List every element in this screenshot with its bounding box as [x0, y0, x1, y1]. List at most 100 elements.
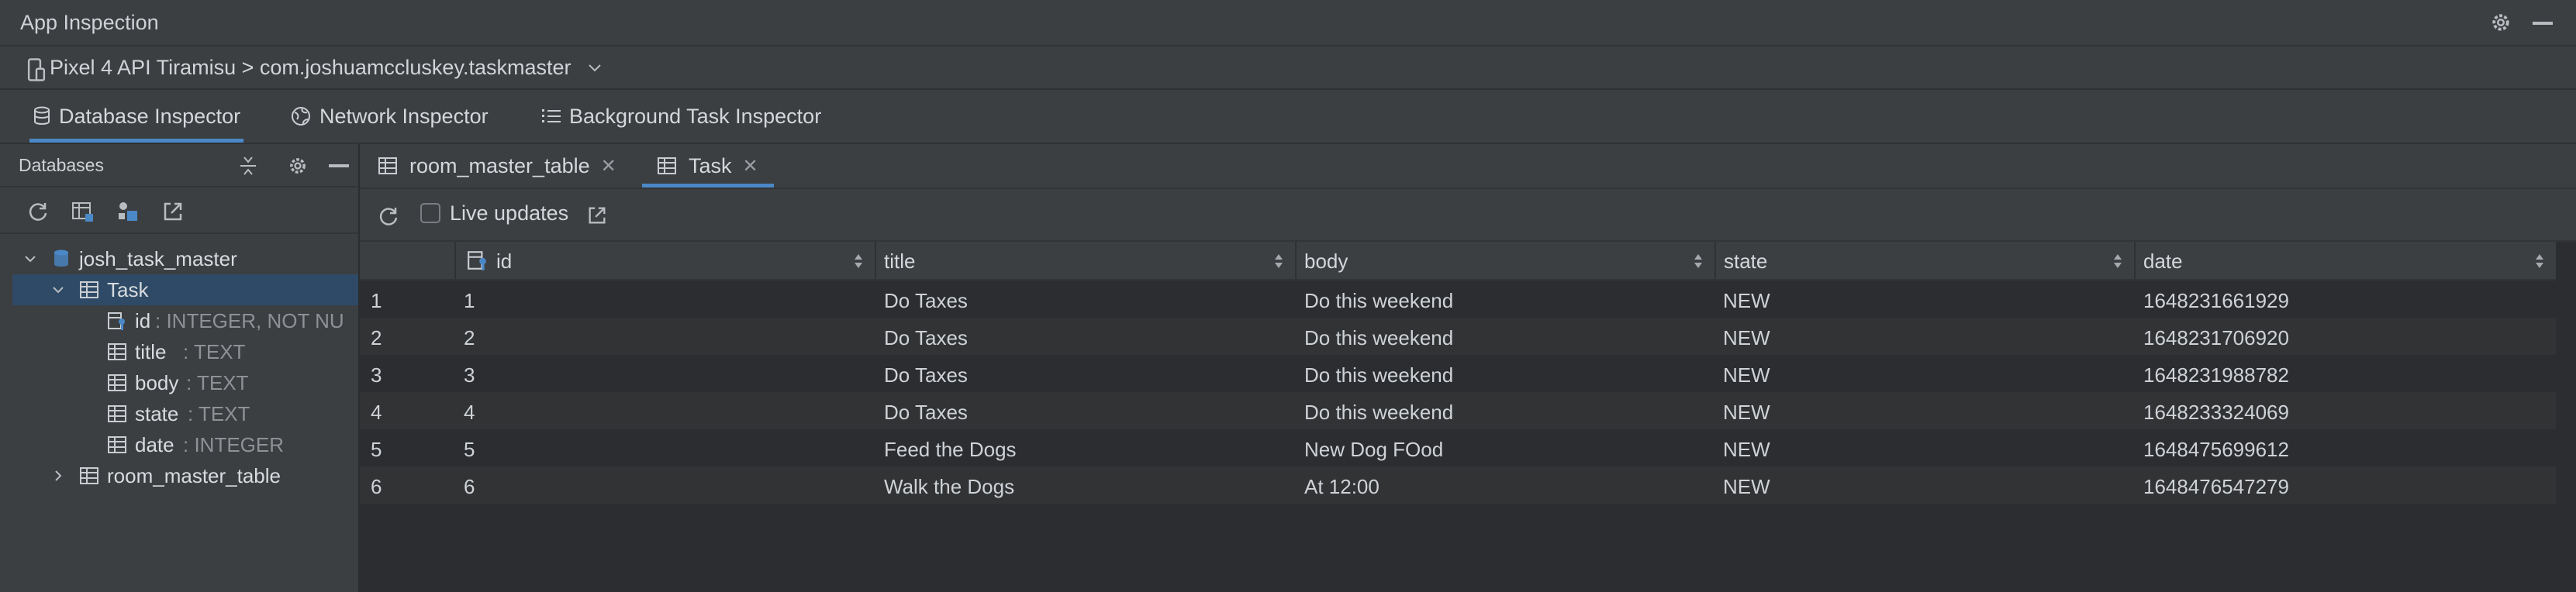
tree-item-column-state[interactable]: state : TEXT: [0, 398, 358, 429]
device-bar: Pixel 4 API Tiramisu > com.joshuamcclusk…: [0, 46, 2576, 90]
live-updates-label[interactable]: Live updates: [450, 201, 568, 225]
column-header-label: title: [884, 250, 916, 273]
table-row[interactable]: 1 1 Do Taxes Do this weekend NEW 1648231…: [360, 281, 2556, 318]
column-header-body[interactable]: body: [1295, 242, 1714, 279]
cell-body[interactable]: Do this weekend: [1304, 363, 1453, 387]
open-external-icon[interactable]: [586, 205, 608, 226]
cell-date[interactable]: 1648231706920: [2143, 326, 2289, 350]
column-icon: [108, 374, 126, 391]
gear-icon[interactable]: [2489, 11, 2512, 34]
cell-date[interactable]: 1648233324069: [2143, 401, 2289, 425]
cell-id[interactable]: 6: [464, 475, 475, 499]
close-icon[interactable]: ✕: [743, 155, 758, 177]
refresh-icon[interactable]: [26, 200, 50, 223]
tree-item-table-task[interactable]: Task: [12, 274, 358, 305]
cell-id[interactable]: 5: [464, 438, 475, 462]
column-type: : TEXT: [188, 401, 250, 425]
sort-icon[interactable]: [853, 253, 864, 270]
tree-item-label: id: [135, 308, 151, 332]
cell-state[interactable]: NEW: [1723, 475, 1770, 499]
chevron-down-icon[interactable]: [587, 62, 603, 74]
column-type: : TEXT: [183, 339, 246, 363]
table-row[interactable]: 5 5 Feed the Dogs New Dog FOod NEW 16484…: [360, 429, 2556, 466]
tab-background-task-inspector[interactable]: Background Task Inspector: [541, 90, 821, 143]
chevron-right-icon[interactable]: [51, 469, 65, 483]
cell-title[interactable]: Do Taxes: [884, 326, 968, 350]
tree-item-label: state: [135, 401, 179, 425]
minimize-icon[interactable]: [329, 164, 349, 167]
table-icon: [378, 157, 397, 174]
cell-body[interactable]: Do this weekend: [1304, 289, 1453, 313]
tree-item-database[interactable]: josh_task_master: [0, 243, 358, 274]
cell-date[interactable]: 1648476547279: [2143, 475, 2289, 499]
tree-item-table-room-master[interactable]: room_master_table: [0, 460, 358, 491]
row-number: 6: [371, 475, 382, 498]
tree-item-column-date[interactable]: date : INTEGER: [0, 429, 358, 460]
tab-room-master-table[interactable]: room_master_table ✕: [377, 144, 616, 188]
sort-icon[interactable]: [1273, 253, 1284, 270]
cell-state[interactable]: NEW: [1723, 401, 1770, 425]
table-row[interactable]: 2 2 Do Taxes Do this weekend NEW 1648231…: [360, 318, 2556, 355]
cell-title[interactable]: Do Taxes: [884, 401, 968, 425]
cell-state[interactable]: NEW: [1723, 326, 1770, 350]
cell-state[interactable]: NEW: [1723, 438, 1770, 462]
open-external-icon[interactable]: [161, 200, 185, 223]
table-row[interactable]: 4 4 Do Taxes Do this weekend NEW 1648233…: [360, 392, 2556, 429]
chevron-down-icon[interactable]: [23, 252, 37, 266]
table-row[interactable]: 6 6 Walk the Dogs At 12:00 NEW 164847654…: [360, 466, 2556, 504]
cell-body[interactable]: New Dog FOod: [1304, 438, 1443, 462]
tab-network-inspector[interactable]: Network Inspector: [290, 90, 489, 143]
tree-item-column-title[interactable]: title : TEXT: [0, 336, 358, 367]
sort-icon[interactable]: [1693, 253, 1704, 270]
table-icon: [658, 157, 676, 174]
cell-id[interactable]: 1: [464, 289, 475, 313]
minimize-icon[interactable]: [2533, 22, 2553, 25]
gear-icon[interactable]: [287, 155, 309, 177]
row-number: 4: [371, 401, 382, 424]
tree-item-label: title: [135, 339, 167, 363]
column-type: : INTEGER, NOT NU: [155, 308, 344, 332]
column-header-id[interactable]: id: [454, 242, 875, 279]
sort-icon[interactable]: [2534, 253, 2545, 270]
refresh-icon[interactable]: [377, 205, 400, 228]
tree-item-label: body: [135, 370, 179, 394]
column-header-title[interactable]: title: [875, 242, 1295, 279]
cell-date[interactable]: 1648475699612: [2143, 438, 2289, 462]
cell-state[interactable]: NEW: [1723, 363, 1770, 387]
cell-title[interactable]: Walk the Dogs: [884, 475, 1014, 499]
cell-id[interactable]: 3: [464, 363, 475, 387]
cell-id[interactable]: 4: [464, 401, 475, 425]
cell-date[interactable]: 1648231988782: [2143, 363, 2289, 387]
tab-task[interactable]: Task ✕: [642, 144, 774, 188]
sort-icon[interactable]: [2112, 253, 2123, 270]
row-number: 5: [371, 438, 382, 461]
live-updates-checkbox[interactable]: [420, 203, 440, 223]
tab-database-inspector[interactable]: Database Inspector: [29, 90, 244, 143]
column-header-state[interactable]: state: [1714, 242, 2134, 279]
close-icon[interactable]: ✕: [601, 155, 616, 177]
table-header: id title body state date: [360, 242, 2556, 281]
cell-body[interactable]: At 12:00: [1304, 475, 1380, 499]
cell-title[interactable]: Do Taxes: [884, 289, 968, 313]
export-database-icon[interactable]: [116, 200, 140, 223]
column-header-date[interactable]: date: [2134, 242, 2556, 279]
cell-title[interactable]: Feed the Dogs: [884, 438, 1017, 462]
cell-body[interactable]: Do this weekend: [1304, 326, 1453, 350]
table-toolbar: Live updates: [360, 189, 2576, 242]
cell-date[interactable]: 1648231661929: [2143, 289, 2289, 313]
device-icon: [27, 58, 46, 81]
tree-item-column-body[interactable]: body : TEXT: [0, 367, 358, 398]
chevron-down-icon[interactable]: [51, 283, 65, 297]
device-selector[interactable]: Pixel 4 API Tiramisu > com.joshuamcclusk…: [50, 56, 571, 80]
table-row[interactable]: 3 3 Do Taxes Do this weekend NEW 1648231…: [360, 355, 2556, 392]
cell-state[interactable]: NEW: [1723, 289, 1770, 313]
cell-title[interactable]: Do Taxes: [884, 363, 968, 387]
tree-item-column-id[interactable]: id : INTEGER, NOT NU: [0, 305, 358, 336]
database-icon: [34, 106, 50, 125]
new-query-icon[interactable]: [71, 200, 95, 223]
tree-item-label: room_master_table: [107, 463, 281, 487]
tree-item-label: Task: [107, 277, 149, 301]
cell-id[interactable]: 2: [464, 326, 475, 350]
cell-body[interactable]: Do this weekend: [1304, 401, 1453, 425]
collapse-all-icon[interactable]: [237, 155, 259, 177]
